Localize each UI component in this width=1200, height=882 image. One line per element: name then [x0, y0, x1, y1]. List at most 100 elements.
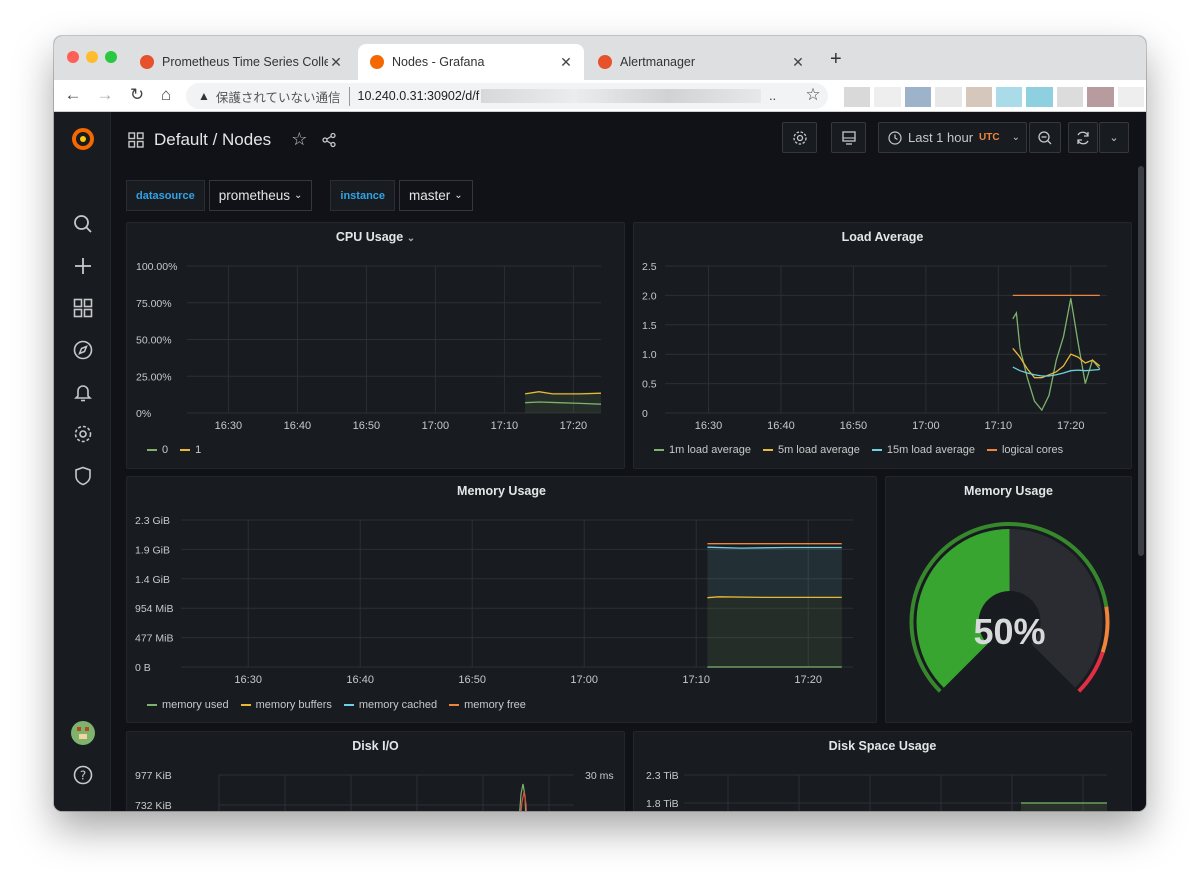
alerting-bell-icon[interactable]	[70, 379, 96, 405]
x-tick-label: 16:40	[767, 420, 795, 432]
clock-icon	[888, 130, 902, 145]
alertmanager-favicon-icon	[598, 55, 612, 69]
minimize-window-button[interactable]	[86, 51, 98, 63]
panel-cpu-usage[interactable]: CPU Usage ⌄ 100.00% 75.00% 50.00% 25.00% 0% 1…	[126, 222, 625, 469]
time-picker-button[interactable]: Last 1 hour UTC ⌄	[878, 122, 1027, 153]
panel-memory-gauge[interactable]: Memory Usage 50%	[885, 476, 1132, 723]
x-tick-label: 16:30	[695, 420, 723, 432]
y-tick-label: 25.00%	[136, 371, 172, 383]
legend-item[interactable]: 0	[147, 444, 168, 456]
configuration-gear-icon[interactable]	[70, 421, 96, 447]
y-tick-label: 0 B	[135, 662, 151, 674]
zoom-out-icon	[1038, 130, 1052, 144]
extensions-area	[844, 87, 1145, 107]
legend-label: memory cached	[358, 699, 438, 711]
y-tick-label: 954 MiB	[135, 603, 174, 615]
zoom-out-button[interactable]	[1029, 122, 1061, 153]
reload-icon[interactable]: ↻	[126, 85, 148, 105]
panel-disk-space[interactable]: Disk Space Usage 2.3 TiB 1.8 TiB	[633, 731, 1132, 811]
legend-swatch	[654, 449, 664, 451]
refresh-interval-dropdown[interactable]: ⌄	[1099, 122, 1129, 153]
legend-label: 1	[195, 444, 202, 456]
redacted-url	[481, 89, 762, 103]
star-icon[interactable]: ☆	[291, 129, 307, 150]
chevron-down-icon: ⌄	[1011, 132, 1020, 143]
avatar[interactable]	[70, 720, 96, 746]
panel-disk-io[interactable]: Disk I/O 977 KiB 732 KiB 30 ms	[126, 731, 625, 811]
disk-space-chart: 2.3 TiB 1.8 TiB	[646, 770, 1107, 811]
x-tick-label: 17:00	[570, 674, 598, 686]
security-label: 保護されていない通信	[216, 86, 350, 106]
series-area-cached	[707, 547, 842, 598]
refresh-button[interactable]	[1068, 122, 1098, 153]
browser-window: Prometheus Time Series Collec ✕ Nodes - …	[54, 36, 1146, 811]
panel-memory-usage[interactable]: Memory Usage 2.3 GiB 1.9 GiB 1.4 GiB 954 Mi…	[126, 476, 877, 723]
y-tick-label: 2.3 GiB	[135, 515, 170, 527]
variable-label-datasource: datasource	[126, 180, 205, 211]
dashboard-title[interactable]: Default / Nodes	[154, 130, 271, 150]
legend-item[interactable]: 5m load average	[762, 444, 860, 456]
forward-icon[interactable]: →	[94, 85, 116, 105]
legend-swatch	[147, 704, 157, 706]
legend-item[interactable]: memory used	[147, 699, 229, 711]
series-line-memory-buffers	[707, 596, 842, 599]
y-tick-label: 2.5	[642, 261, 657, 273]
x-tick-label: 16:30	[234, 674, 262, 686]
y-tick-label: 0%	[136, 408, 151, 420]
legend-item[interactable]: logical cores	[986, 444, 1063, 456]
search-icon[interactable]	[70, 211, 96, 237]
legend-item[interactable]: memory cached	[343, 699, 438, 711]
legend-label: 0	[162, 444, 169, 456]
dashboards-icon[interactable]	[70, 295, 96, 321]
home-icon[interactable]: ⌂	[155, 85, 177, 105]
disk-io-chart: 977 KiB 732 KiB 30 ms	[135, 770, 614, 811]
scrollbar[interactable]	[1138, 166, 1144, 556]
sidebar: ?	[54, 112, 111, 811]
address-bar[interactable]: ▲ 保護されていない通信 10.240.0.31:30902/d/f ..	[186, 83, 828, 109]
legend-swatch	[240, 704, 251, 706]
panel-load-average[interactable]: Load Average 2.5 2.0 1.5 1.0 0.5 0 16:30 16:40 1…	[633, 222, 1132, 469]
zoom-window-button[interactable]	[105, 51, 117, 63]
legend-label: memory free	[464, 699, 526, 711]
legend-label: 15m load average	[886, 444, 975, 456]
new-tab-button[interactable]: +	[830, 48, 842, 71]
tab-prometheus[interactable]: Prometheus Time Series Collec ✕	[128, 44, 354, 80]
create-plus-icon[interactable]	[70, 253, 96, 279]
svg-text:?: ?	[80, 769, 86, 783]
legend-item[interactable]: memory buffers	[240, 699, 332, 711]
legend-swatch	[986, 449, 997, 451]
close-tab-icon[interactable]: ✕	[558, 54, 574, 71]
url-text: 10.240.0.31:30902/d/f	[357, 89, 480, 103]
legend-item[interactable]: 15m load average	[871, 444, 975, 456]
variable-select-instance[interactable]: master ⌄	[399, 180, 473, 211]
y-tick-label: 100.00%	[136, 261, 177, 273]
back-icon[interactable]: ←	[62, 85, 84, 105]
y-tick-label: 1.0	[642, 349, 657, 361]
grafana-logo-icon[interactable]	[70, 126, 96, 152]
variable-select-datasource[interactable]: prometheus ⌄	[208, 180, 313, 211]
close-tab-icon[interactable]: ✕	[328, 54, 344, 71]
close-window-button[interactable]	[67, 51, 79, 63]
legend-label: memory buffers	[255, 699, 332, 711]
x-tick-label: 16:40	[284, 420, 312, 432]
bookmark-star-icon[interactable]: ☆	[802, 85, 824, 105]
help-icon[interactable]: ?	[70, 762, 96, 788]
shield-icon[interactable]	[70, 463, 96, 489]
share-icon[interactable]	[321, 132, 337, 148]
tab-grafana[interactable]: Nodes - Grafana ✕	[358, 44, 584, 80]
explore-compass-icon[interactable]	[70, 337, 96, 363]
y-tick-label: 50.00%	[136, 335, 172, 347]
legend-item[interactable]: 1	[180, 444, 201, 456]
chevron-down-icon: ⌄	[294, 190, 303, 201]
x-tick-label: 16:50	[458, 674, 486, 686]
legend-item[interactable]: 1m load average	[654, 444, 751, 456]
tv-mode-button[interactable]	[831, 122, 866, 153]
tab-alertmanager[interactable]: Alertmanager ✕	[586, 44, 816, 80]
legend-label: 1m load average	[669, 444, 751, 456]
legend-item[interactable]: memory free	[449, 699, 526, 711]
close-tab-icon[interactable]: ✕	[790, 54, 806, 71]
memory-usage-chart: 2.3 GiB 1.9 GiB 1.4 GiB 954 MiB 477 MiB 0 B 16…	[135, 515, 853, 686]
dashboard-settings-button[interactable]	[782, 122, 817, 153]
legend-swatch	[180, 449, 191, 451]
prometheus-favicon-icon	[140, 55, 154, 69]
